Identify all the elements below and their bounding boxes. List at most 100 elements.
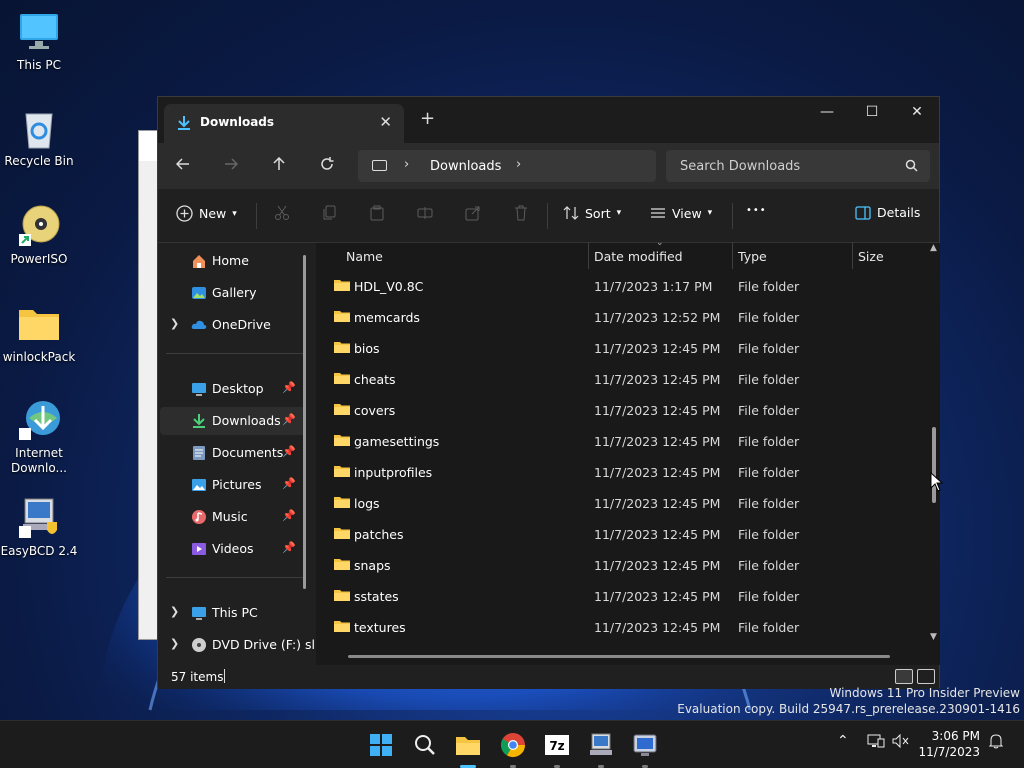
desktop-icon-poweriso[interactable]: PowerISO	[0, 204, 78, 267]
sidebar-scrollbar[interactable]	[303, 255, 306, 589]
desktop-icon-winlockpack[interactable]: winlockPack	[0, 302, 78, 365]
maximize-button[interactable]: ☐	[849, 97, 895, 127]
computer-app-icon[interactable]	[586, 730, 616, 760]
tiles-view-button[interactable]	[917, 669, 935, 684]
table-row[interactable]: memcards 11/7/2023 12:52 PM File folder	[316, 302, 926, 333]
desktop-icon-this-pc[interactable]: This PC	[0, 10, 78, 73]
file-explorer-icon[interactable]	[453, 730, 483, 760]
chevron-up-icon[interactable]: ⌃	[837, 733, 849, 749]
chevron-right-icon[interactable]: ›	[516, 157, 521, 172]
table-row[interactable]: bios 11/7/2023 12:45 PM File folder	[316, 333, 926, 364]
copy-button[interactable]	[321, 205, 337, 221]
sidebar-item-videos[interactable]: Videos 📌	[160, 535, 306, 563]
forward-button[interactable]	[216, 151, 246, 181]
tab-downloads[interactable]: Downloads ✕	[164, 104, 404, 143]
file-name: patches	[354, 527, 404, 542]
sidebar-item-home[interactable]: Home	[160, 247, 306, 275]
sort-button[interactable]: Sort ▾	[563, 205, 621, 221]
chevron-right-icon[interactable]: ›	[404, 157, 409, 172]
search-icon[interactable]	[410, 730, 440, 760]
sidebar-item-documents[interactable]: Documents 📌	[160, 439, 306, 467]
file-type: File folder	[738, 465, 800, 480]
new-button[interactable]: New ▾	[176, 205, 237, 222]
disc-icon	[17, 204, 61, 248]
share-button[interactable]	[465, 205, 481, 221]
breadcrumb-downloads[interactable]: Downloads	[430, 159, 501, 174]
details-pane-icon	[855, 205, 871, 220]
horizontal-scrollbar[interactable]	[348, 655, 890, 658]
pin-icon[interactable]: 📌	[282, 381, 296, 394]
refresh-button[interactable]	[312, 151, 342, 181]
rename-button[interactable]	[417, 205, 433, 221]
table-row[interactable]: patches 11/7/2023 12:45 PM File folder	[316, 519, 926, 550]
file-name: cheats	[354, 372, 396, 387]
sidebar-item-dvd-drive[interactable]: ❯ DVD Drive (F:) sl	[160, 631, 315, 659]
gallery-icon	[191, 285, 207, 301]
sidebar-item-downloads[interactable]: Downloads 📌	[160, 407, 306, 435]
network-icon[interactable]	[867, 733, 885, 753]
folder-icon	[334, 465, 350, 477]
search-input[interactable]: Search Downloads	[666, 150, 930, 182]
close-tab-button[interactable]: ✕	[379, 113, 392, 131]
table-row[interactable]: covers 11/7/2023 12:45 PM File folder	[316, 395, 926, 426]
file-type: File folder	[738, 279, 800, 294]
desktop-icon-recycle-bin[interactable]: Recycle Bin	[0, 106, 78, 169]
video-icon	[191, 541, 207, 557]
address-bar[interactable]: › Downloads ›	[358, 150, 656, 182]
view-button[interactable]: View ▾	[650, 205, 712, 221]
cut-button[interactable]	[274, 205, 290, 221]
table-row[interactable]: gamesettings 11/7/2023 12:45 PM File folde…	[316, 426, 926, 457]
copy-icon	[323, 205, 336, 220]
table-row[interactable]: sstates 11/7/2023 12:45 PM File folder	[316, 581, 926, 612]
chevron-right-icon[interactable]: ❯	[170, 637, 179, 650]
up-button[interactable]	[264, 151, 294, 181]
new-tab-button[interactable]: +	[420, 110, 435, 128]
more-options-button[interactable]: •••	[746, 205, 767, 216]
scroll-down-icon[interactable]: ▼	[930, 632, 937, 642]
paste-button[interactable]	[369, 205, 385, 221]
sidebar-item-music[interactable]: Music 📌	[160, 503, 306, 531]
table-row[interactable]: snaps 11/7/2023 12:45 PM File folder	[316, 550, 926, 581]
sidebar-item-gallery[interactable]: Gallery	[160, 279, 306, 307]
details-view-button[interactable]	[895, 669, 913, 684]
pin-icon[interactable]: 📌	[282, 413, 296, 426]
notification-bell-icon[interactable]	[988, 733, 1004, 753]
file-date: 11/7/2023 12:45 PM	[594, 372, 721, 387]
table-row[interactable]: inputprofiles 11/7/2023 12:45 PM File fold…	[316, 457, 926, 488]
new-label: New	[199, 206, 227, 221]
folder-icon	[334, 310, 350, 322]
pin-icon[interactable]: 📌	[282, 445, 296, 458]
pin-icon[interactable]: 📌	[282, 509, 296, 522]
chevron-right-icon[interactable]: ❯	[170, 317, 179, 330]
pin-icon[interactable]: 📌	[282, 541, 296, 554]
minimize-button[interactable]: —	[804, 97, 850, 127]
title-bar[interactable]: Downloads ✕ + — ☐ ✕	[158, 97, 939, 143]
start-icon[interactable]	[366, 730, 396, 760]
folder-icon	[334, 372, 350, 384]
volume-muted-icon[interactable]	[892, 733, 910, 753]
pin-icon[interactable]: 📌	[282, 477, 296, 490]
table-row[interactable]: logs 11/7/2023 12:45 PM File folder	[316, 488, 926, 519]
details-pane-button[interactable]: Details	[855, 205, 920, 220]
scroll-up-icon[interactable]: ▲	[930, 243, 937, 253]
remote-app-icon[interactable]	[630, 730, 660, 760]
sidebar-item-desktop[interactable]: Desktop 📌	[160, 375, 306, 403]
table-row[interactable]: cheats 11/7/2023 12:45 PM File folder	[316, 364, 926, 395]
sidebar-item-this-pc[interactable]: ❯ This PC	[160, 599, 306, 627]
dvd-icon	[191, 637, 207, 653]
desktop-icon-easybcd[interactable]: EasyBCD 2.4	[0, 496, 78, 559]
close-window-button[interactable]: ✕	[894, 97, 940, 127]
sidebar-item-onedrive[interactable]: ❯ OneDrive	[160, 311, 306, 339]
table-row[interactable]: HDL_V0.8C 11/7/2023 1:17 PM File folder	[316, 271, 926, 302]
table-row[interactable]: textures 11/7/2023 12:45 PM File folder	[316, 612, 926, 643]
desktop-icon-label: Recycle Bin	[4, 154, 74, 168]
chrome-icon[interactable]	[498, 730, 528, 760]
chevron-right-icon[interactable]: ❯	[170, 605, 179, 618]
vertical-scrollbar[interactable]: ▲ ▼	[930, 243, 940, 653]
system-clock[interactable]: 3:06 PM 11/7/2023	[918, 728, 980, 760]
7zip-icon[interactable]: 7z	[542, 730, 572, 760]
desktop-icon-internet-download[interactable]: Internet Downlo...	[0, 398, 78, 476]
delete-button[interactable]	[513, 205, 529, 221]
back-button[interactable]	[168, 151, 198, 181]
sidebar-item-pictures[interactable]: Pictures 📌	[160, 471, 306, 499]
